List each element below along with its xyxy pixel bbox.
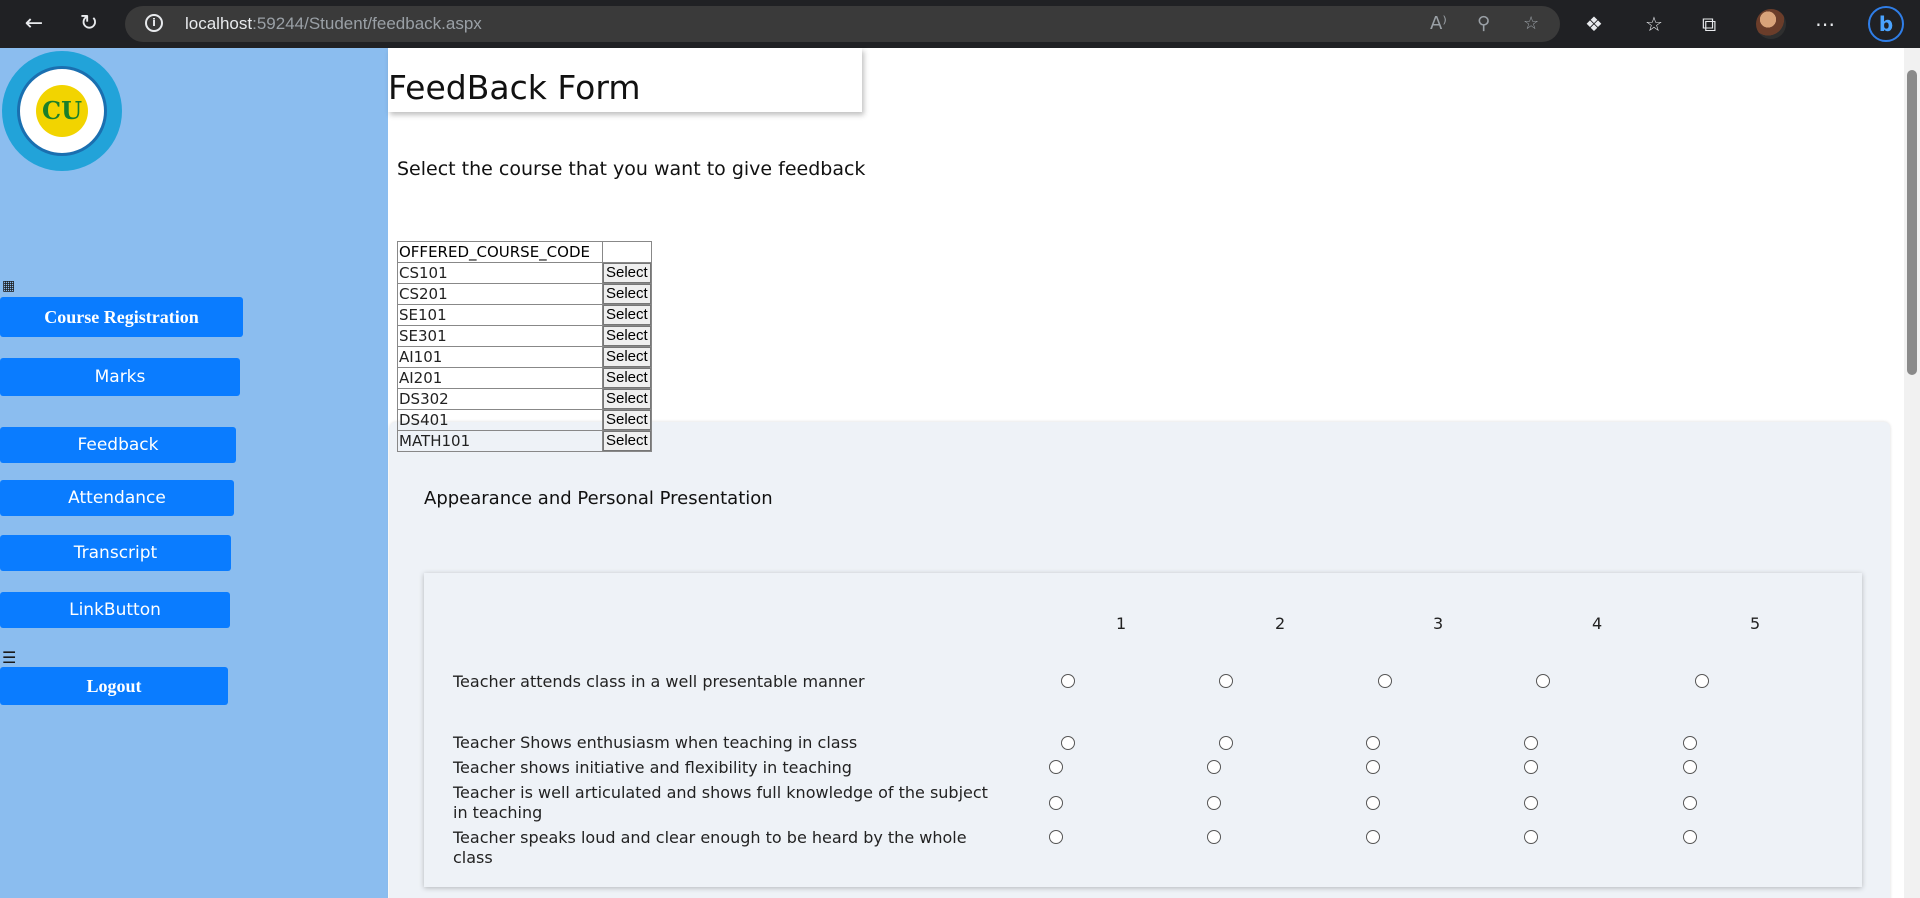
scale-label-5: 5 — [1750, 614, 1761, 633]
rating-radio[interactable] — [1366, 796, 1380, 810]
favorite-add-icon[interactable]: ☆ — [1523, 13, 1539, 34]
course-code: CS101 — [397, 262, 603, 284]
logout-button[interactable]: Logout — [0, 667, 228, 705]
select-button[interactable]: Select — [603, 410, 651, 430]
question-text: Teacher Shows enthusiasm when teaching i… — [453, 733, 858, 752]
course-code: DS302 — [397, 388, 603, 410]
sidebar-small-icon: ▦ — [2, 278, 16, 294]
rating-radio[interactable] — [1207, 830, 1221, 844]
rating-radio[interactable] — [1683, 796, 1697, 810]
rating-radio[interactable] — [1207, 796, 1221, 810]
site-info-icon[interactable]: i — [145, 14, 163, 32]
table-row: MATH101 Select — [397, 430, 652, 452]
copilot-icon[interactable]: b — [1868, 6, 1904, 42]
extensions-icon[interactable]: ❖ — [1585, 12, 1603, 36]
course-code: MATH101 — [397, 430, 603, 452]
table-header-row: OFFERED_COURSE_CODE — [397, 241, 652, 263]
table-row: CS201 Select — [397, 283, 652, 305]
course-table: OFFERED_COURSE_CODE CS101 Select CS201 Sel… — [397, 241, 652, 452]
scale-label-2: 2 — [1275, 614, 1286, 633]
rating-radio[interactable] — [1683, 760, 1697, 774]
scale-label-1: 1 — [1116, 614, 1127, 633]
question-text: Teacher speaks loud and clear enough to … — [453, 828, 967, 867]
table-row: CS101 Select — [397, 262, 652, 284]
favorites-icon[interactable]: ☆ — [1645, 12, 1663, 36]
sidebar-item-attendance[interactable]: Attendance — [0, 480, 234, 516]
rating-radio[interactable] — [1207, 760, 1221, 774]
table-row: SE101 Select — [397, 304, 652, 326]
rating-radio[interactable] — [1683, 830, 1697, 844]
rating-radio[interactable] — [1061, 736, 1075, 750]
question-text: Teacher attends class in a well presenta… — [453, 672, 865, 691]
rating-radio[interactable] — [1378, 674, 1392, 688]
select-button[interactable]: Select — [603, 284, 651, 304]
sidebar: CU ▦ Course Registration Marks Feedback … — [0, 48, 388, 898]
rating-radio[interactable] — [1536, 674, 1550, 688]
select-button[interactable]: Select — [603, 368, 651, 388]
url-text[interactable]: localhost:59244/Student/feedback.aspx — [185, 14, 482, 34]
course-code: AI201 — [397, 367, 603, 389]
table-row: AI201 Select — [397, 367, 652, 389]
select-button[interactable]: Select — [603, 305, 651, 325]
refresh-icon[interactable]: ↻ — [75, 10, 103, 38]
course-code: AI101 — [397, 346, 603, 368]
menu-icon: ☰ — [2, 648, 17, 667]
page-scrollbar[interactable] — [1904, 48, 1920, 898]
rating-radio[interactable] — [1049, 830, 1063, 844]
rating-radio[interactable] — [1695, 674, 1709, 688]
rating-radio[interactable] — [1366, 760, 1380, 774]
select-button[interactable]: Select — [603, 431, 651, 451]
table-row: AI101 Select — [397, 346, 652, 368]
rating-radio[interactable] — [1061, 674, 1075, 688]
sidebar-item-marks[interactable]: Marks — [0, 358, 240, 396]
question-text: Teacher is well articulated and shows fu… — [453, 783, 988, 822]
column-header: OFFERED_COURSE_CODE — [397, 241, 603, 263]
course-code: SE301 — [397, 325, 603, 347]
back-icon[interactable]: ← — [20, 10, 48, 38]
select-button[interactable]: Select — [603, 263, 651, 283]
select-button[interactable]: Select — [603, 326, 651, 346]
collections-icon[interactable]: ⧉ — [1702, 12, 1716, 36]
course-prompt: Select the course that you want to give … — [397, 158, 866, 180]
university-logo: CU — [2, 51, 122, 171]
scale-label-4: 4 — [1592, 614, 1603, 633]
rating-radio[interactable] — [1524, 796, 1538, 810]
rating-radio[interactable] — [1524, 830, 1538, 844]
page-title: FeedBack Form — [388, 68, 641, 107]
table-row: DS401 Select — [397, 409, 652, 431]
table-row: DS302 Select — [397, 388, 652, 410]
read-aloud-icon[interactable]: A⁾ — [1430, 13, 1447, 34]
course-code: CS201 — [397, 283, 603, 305]
more-icon[interactable]: ⋯ — [1815, 12, 1835, 36]
profile-avatar[interactable] — [1756, 9, 1786, 39]
rating-radio[interactable] — [1049, 796, 1063, 810]
select-button[interactable]: Select — [603, 347, 651, 367]
question-text: Teacher shows initiative and flexibility… — [453, 758, 852, 777]
browser-toolbar: ← ↻ i localhost:59244/Student/feedback.a… — [0, 0, 1920, 48]
rating-radio[interactable] — [1683, 736, 1697, 750]
sidebar-item-course-registration[interactable]: Course Registration — [0, 297, 243, 337]
sidebar-item-feedback[interactable]: Feedback — [0, 427, 236, 463]
course-code: SE101 — [397, 304, 603, 326]
rating-radio[interactable] — [1524, 760, 1538, 774]
section-title: Appearance and Personal Presentation — [424, 488, 773, 509]
rating-radio[interactable] — [1219, 736, 1233, 750]
sidebar-item-transcript[interactable]: Transcript — [0, 535, 231, 571]
scrollbar-thumb[interactable] — [1907, 70, 1917, 375]
zoom-icon[interactable]: ⚲ — [1477, 13, 1490, 34]
rating-radio[interactable] — [1524, 736, 1538, 750]
column-header-empty — [602, 241, 652, 263]
scale-label-3: 3 — [1433, 614, 1444, 633]
sidebar-item-linkbutton[interactable]: LinkButton — [0, 592, 230, 628]
table-row: SE301 Select — [397, 325, 652, 347]
page-title-box: FeedBack Form — [388, 48, 862, 112]
rating-radio[interactable] — [1049, 760, 1063, 774]
course-code: DS401 — [397, 409, 603, 431]
select-button[interactable]: Select — [603, 389, 651, 409]
rating-radio[interactable] — [1219, 674, 1233, 688]
rating-radio[interactable] — [1366, 830, 1380, 844]
rating-radio[interactable] — [1366, 736, 1380, 750]
address-bar[interactable]: i localhost:59244/Student/feedback.aspx … — [125, 6, 1560, 42]
